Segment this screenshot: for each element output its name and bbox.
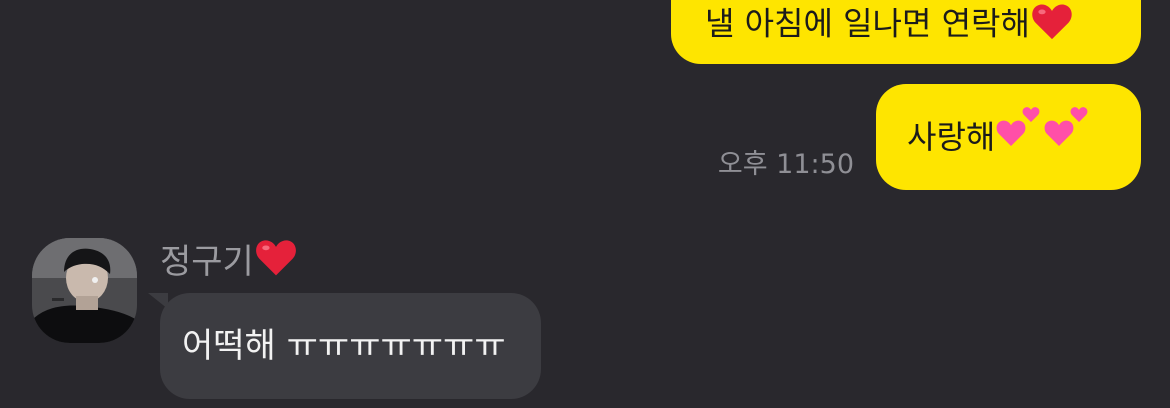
red-heart-icon	[254, 236, 298, 291]
sender-name-text: 정구기	[160, 242, 254, 282]
message-text: 사랑해	[907, 118, 996, 156]
message-timestamp: 오후 11:50	[717, 149, 854, 180]
incoming-message-bubble[interactable]: 어떡해 ㅠㅠㅠㅠㅠㅠㅠ	[160, 293, 541, 399]
message-text: 어떡해 ㅠㅠㅠㅠㅠㅠㅠ	[182, 326, 506, 366]
outgoing-message-bubble[interactable]: 낼 아침에 일나면 연락해	[671, 0, 1141, 64]
message-text: 낼 아침에 일나면 연락해	[705, 4, 1030, 43]
outgoing-message-bubble[interactable]: 사랑해	[876, 84, 1141, 190]
red-heart-icon	[1030, 1, 1074, 50]
two-hearts-icon	[995, 86, 1043, 192]
sender-name: 정구기	[160, 236, 298, 291]
two-hearts-icon	[1043, 86, 1091, 192]
profile-photo[interactable]	[32, 238, 137, 343]
